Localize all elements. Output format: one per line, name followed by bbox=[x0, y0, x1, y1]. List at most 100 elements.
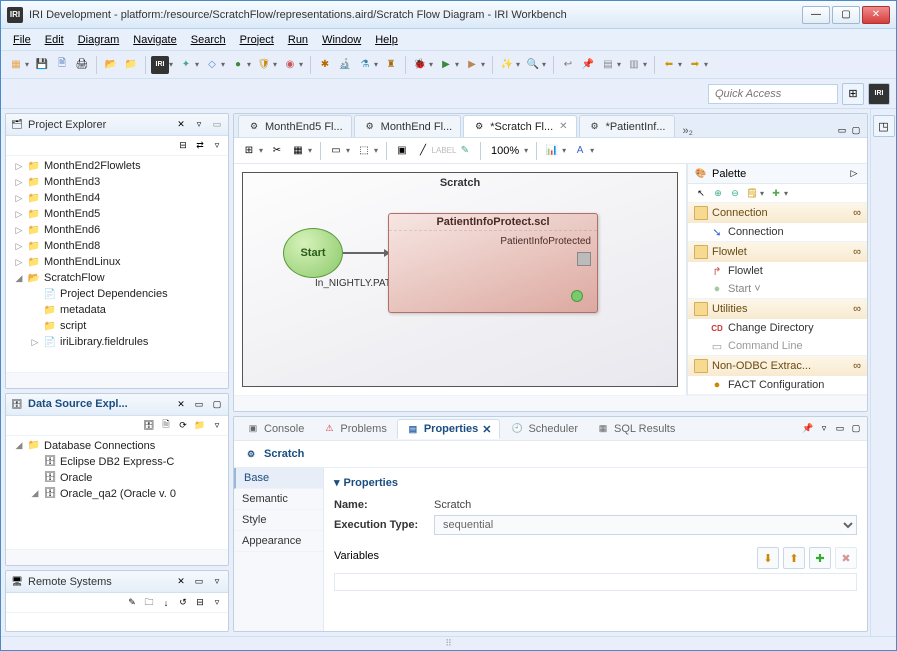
maximize-button[interactable]: ▢ bbox=[832, 6, 860, 24]
dtb7-icon[interactable]: ╱ bbox=[414, 142, 432, 160]
editor-tab[interactable]: ⚙MonthEnd5 Fl... bbox=[238, 115, 352, 137]
menu-diagram[interactable]: Diagram bbox=[72, 32, 126, 48]
tree-item[interactable]: ▷📁MonthEnd6 bbox=[10, 222, 224, 238]
tab-properties[interactable]: ▤Properties✕ bbox=[397, 419, 501, 439]
palette-item[interactable]: ●FACT Configuration bbox=[688, 376, 867, 394]
tree-item[interactable]: ◢🗄Oracle_qa2 (Oracle v. 0 bbox=[10, 486, 224, 502]
tool6-icon[interactable]: ✱ bbox=[316, 56, 334, 74]
close-view-icon[interactable]: ✕ bbox=[174, 575, 188, 589]
rs-tb5-icon[interactable]: ⊟ bbox=[193, 596, 207, 610]
tree-item[interactable]: ▷📁MonthEndLinux bbox=[10, 254, 224, 270]
exec-type-select[interactable]: sequential bbox=[434, 515, 857, 535]
tab-scheduler[interactable]: 🕘Scheduler bbox=[502, 420, 586, 438]
view-menu-icon[interactable]: ▿ bbox=[192, 118, 206, 132]
zoom-value[interactable]: 100% bbox=[487, 145, 523, 157]
editor-hscroll[interactable] bbox=[234, 395, 867, 411]
nav3-icon[interactable]: ▥ bbox=[625, 56, 643, 74]
minimize-view-icon[interactable]: ▭ bbox=[210, 118, 224, 132]
drawer-pin-icon[interactable]: ∞ bbox=[853, 207, 861, 219]
editor-tab[interactable]: ⚙*PatientInf... bbox=[579, 115, 675, 137]
search-icon[interactable]: 🔍 bbox=[524, 56, 542, 74]
tool9-icon[interactable]: ♜ bbox=[382, 56, 400, 74]
tool8-icon[interactable]: ⚗ bbox=[356, 56, 374, 74]
drawer-pin-icon[interactable]: ∞ bbox=[853, 246, 861, 258]
quick-access-input[interactable] bbox=[708, 84, 838, 104]
drawer-header[interactable]: Utilities∞ bbox=[688, 299, 867, 319]
tree-item[interactable]: 📁script bbox=[10, 318, 224, 334]
folder-icon[interactable]: 📁 bbox=[122, 56, 140, 74]
tree-item[interactable]: 📁metadata bbox=[10, 302, 224, 318]
palette-item[interactable]: ➘Connection bbox=[688, 223, 867, 241]
menu-search[interactable]: Search bbox=[185, 32, 232, 48]
variables-table[interactable] bbox=[334, 573, 857, 591]
palette-collapse-icon[interactable]: ▷ bbox=[847, 167, 861, 181]
view-menu-icon[interactable]: ▿ bbox=[210, 575, 224, 589]
dse-menu-icon[interactable]: ▿ bbox=[210, 418, 224, 432]
var-up-button[interactable]: ⬆ bbox=[783, 547, 805, 569]
wand-icon[interactable]: ✨ bbox=[498, 56, 516, 74]
minimize-button[interactable]: — bbox=[802, 6, 830, 24]
debug-icon[interactable]: 🐞 bbox=[411, 56, 429, 74]
dtb9-icon[interactable]: ✎ bbox=[456, 142, 474, 160]
nav2-icon[interactable]: ▤ bbox=[599, 56, 617, 74]
hscrollbar[interactable] bbox=[6, 549, 228, 565]
drawer-pin-icon[interactable]: ∞ bbox=[853, 303, 861, 315]
palette-item[interactable]: CDChange Directory bbox=[688, 319, 867, 337]
close-view-icon[interactable]: ✕ bbox=[174, 397, 188, 411]
dtb4-icon[interactable]: ▭ bbox=[327, 142, 345, 160]
dtb2-icon[interactable]: ✂ bbox=[268, 142, 286, 160]
tree-item[interactable]: ▷📁MonthEnd4 bbox=[10, 190, 224, 206]
dse-tb4-icon[interactable]: 📁 bbox=[193, 418, 207, 432]
rs-menu-icon[interactable]: ▿ bbox=[210, 596, 224, 610]
menu-project[interactable]: Project bbox=[234, 32, 280, 48]
forward-icon[interactable]: ➡ bbox=[686, 56, 704, 74]
dtb11-icon[interactable]: A bbox=[571, 142, 589, 160]
tab-sql-results[interactable]: ▦SQL Results bbox=[588, 420, 683, 438]
dtb3-icon[interactable]: ▦ bbox=[289, 142, 307, 160]
minimize-editor-icon[interactable]: ▭ bbox=[835, 123, 849, 137]
tree-item[interactable]: 🗄Oracle bbox=[10, 470, 224, 486]
menu-edit[interactable]: Edit bbox=[39, 32, 70, 48]
name-value[interactable]: Scratch bbox=[434, 499, 857, 511]
maximize-view-icon[interactable]: ▢ bbox=[849, 422, 863, 436]
menu-file[interactable]: File bbox=[7, 32, 37, 48]
open-icon[interactable]: 📂 bbox=[102, 56, 120, 74]
tree-item[interactable]: ▷📁MonthEnd8 bbox=[10, 238, 224, 254]
outline-view-icon[interactable]: ◳ bbox=[873, 115, 895, 137]
tree-item[interactable]: 🗄Eclipse DB2 Express-C bbox=[10, 454, 224, 470]
dtb8-icon[interactable]: LABEL bbox=[435, 142, 453, 160]
tab-overflow-icon[interactable]: »₂ bbox=[683, 125, 693, 137]
editor-tab-active[interactable]: ⚙*Scratch Fl...✕ bbox=[463, 115, 576, 137]
task-node[interactable]: PatientInfoProtect.scl PatientInfoProtec… bbox=[388, 213, 598, 313]
perspective-iri-icon[interactable]: IRI bbox=[868, 83, 890, 105]
tree-item[interactable]: ◢📁Database Connections bbox=[10, 438, 224, 454]
close-tab-icon[interactable]: ✕ bbox=[559, 121, 567, 132]
connection-arrow[interactable] bbox=[343, 252, 389, 254]
print-icon[interactable]: 🖨 bbox=[73, 56, 91, 74]
tree-item[interactable]: 📄Project Dependencies bbox=[10, 286, 224, 302]
dse-tb3-icon[interactable]: ⟳ bbox=[176, 418, 190, 432]
side-tab-style[interactable]: Style bbox=[234, 510, 323, 531]
dtb10-icon[interactable]: 📊 bbox=[543, 142, 561, 160]
run-ext-icon[interactable]: ▶ bbox=[463, 56, 481, 74]
dtb1-icon[interactable]: ⊞ bbox=[240, 142, 258, 160]
new-tool-icon[interactable]: ✚ bbox=[769, 186, 783, 200]
perspective-switcher-icon[interactable]: ⊞ bbox=[842, 83, 864, 105]
start-node[interactable]: Start bbox=[283, 228, 343, 278]
rs-tb3-icon[interactable]: ↓ bbox=[159, 596, 173, 610]
tool7-icon[interactable]: 🔬 bbox=[336, 56, 354, 74]
drawer-pin-icon[interactable]: ∞ bbox=[853, 360, 861, 372]
tree-item[interactable]: ▷📁MonthEnd5 bbox=[10, 206, 224, 222]
palette-item[interactable]: ↱Flowlet bbox=[688, 262, 867, 280]
drawer-header[interactable]: Non-ODBC Extrac...∞ bbox=[688, 356, 867, 376]
dtb5-icon[interactable]: ⬚ bbox=[355, 142, 373, 160]
note-tool-icon[interactable]: 🗒 bbox=[745, 186, 759, 200]
dse-tb2-icon[interactable]: 🗎 bbox=[159, 418, 173, 432]
palette-item[interactable]: ●Start ˅ bbox=[688, 280, 867, 298]
project-tree[interactable]: ▷📁MonthEnd2Flowlets ▷📁MonthEnd3 ▷📁MonthE… bbox=[6, 156, 228, 372]
zoom-in-icon[interactable]: ⊕ bbox=[711, 186, 725, 200]
diagram-canvas[interactable]: Scratch Start In_NIGHTLY.PATIENT_RECORD … bbox=[242, 172, 678, 387]
var-add-button[interactable]: ✚ bbox=[809, 547, 831, 569]
pin-icon[interactable]: 📌 bbox=[801, 422, 815, 436]
view-dropdown-icon[interactable]: ▿ bbox=[210, 139, 224, 153]
